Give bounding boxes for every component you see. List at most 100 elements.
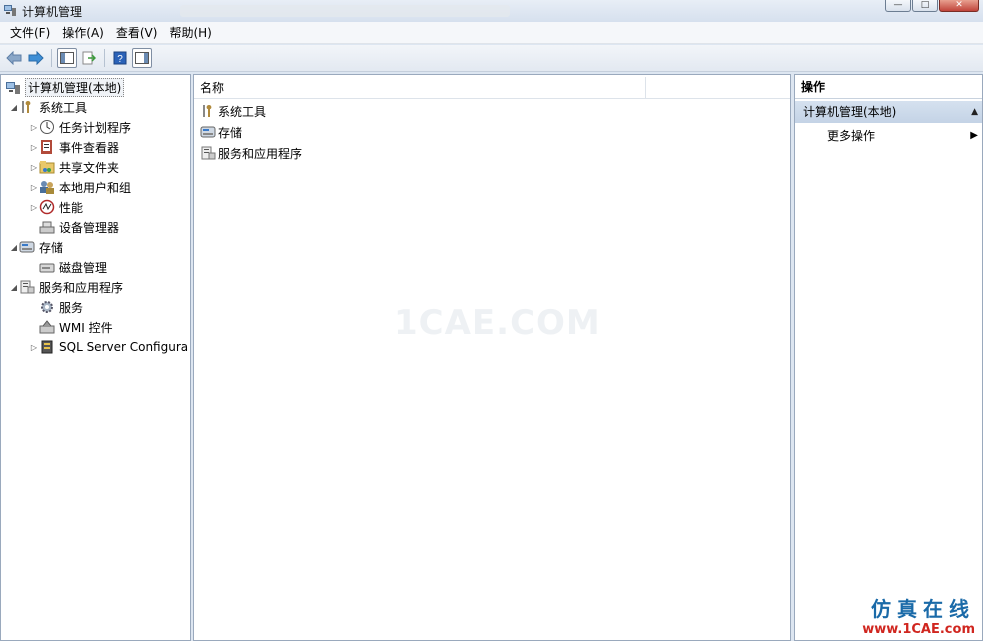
device-manager-icon (39, 219, 55, 235)
toolbar-separator (104, 49, 105, 67)
svg-text:?: ? (117, 54, 123, 65)
tree-item-label: 任务计划程序 (59, 120, 132, 135)
services-apps-icon (19, 279, 35, 295)
tools-icon (19, 99, 35, 115)
tree-item[interactable]: ▷ 本地用户和组 (29, 177, 131, 197)
show-hide-tree-icon[interactable] (57, 48, 77, 68)
list-item[interactable]: 系统工具 (200, 101, 266, 121)
menu-view[interactable]: 查看(V) (110, 22, 164, 44)
action-pane: 操作 计算机管理(本地) ▲ 更多操作 ▶ (794, 74, 983, 641)
tree-item[interactable]: 磁盘管理 (29, 257, 107, 277)
tools-icon (200, 103, 216, 119)
clock-icon (39, 119, 55, 135)
tree-item[interactable]: ▷ SQL Server Configura (29, 337, 188, 357)
storage-icon (19, 239, 35, 255)
list-item-label: 系统工具 (218, 104, 267, 119)
forward-arrow-icon[interactable] (26, 48, 46, 68)
toolbar-separator (51, 49, 52, 67)
tree-item-label: 设备管理器 (59, 220, 120, 235)
tree-item-label: 事件查看器 (59, 140, 120, 155)
shared-folder-icon (39, 159, 55, 175)
minimize-button[interactable]: — (885, 0, 911, 12)
tree-item[interactable]: ▷ 共享文件夹 (29, 157, 119, 177)
submenu-arrow-icon: ▶ (970, 130, 978, 141)
site-watermark-cn: 仿真在线 (871, 597, 975, 621)
menu-help[interactable]: 帮助(H) (163, 22, 217, 44)
event-viewer-icon (39, 139, 55, 155)
tree-item-label: 磁盘管理 (59, 260, 108, 275)
collapsed-arrow-icon[interactable]: ▷ (29, 183, 39, 192)
action-header: 操作 (795, 75, 982, 99)
tree-item-label: SQL Server Configura (59, 340, 189, 354)
sql-server-icon (39, 339, 55, 355)
collapsed-arrow-icon[interactable]: ▷ (29, 143, 39, 152)
navigation-tree: 计算机管理(本地) ◢ 系统工具 ▷ 任务计划程序 ▷ 事件查看器 ▷ 共享文件夹 ▷ 本地用户和… (0, 74, 191, 641)
tree-item[interactable]: ◢ 系统工具 (9, 97, 87, 117)
more-actions-label: 更多操作 (827, 129, 876, 143)
computer-management-icon (3, 3, 17, 17)
watermark: 1CAE.COM (394, 303, 601, 343)
list-item[interactable]: 存储 (200, 122, 242, 142)
expanded-arrow-icon[interactable]: ◢ (9, 283, 19, 292)
show-hide-action-pane-icon[interactable] (132, 48, 152, 68)
menu-action[interactable]: 操作(A) (56, 22, 110, 44)
action-section-computer-management[interactable]: 计算机管理(本地) ▲ (795, 101, 982, 123)
services-apps-icon (200, 145, 216, 161)
toolbar: ? (0, 45, 983, 72)
tree-item[interactable]: ◢ 存储 (9, 237, 63, 257)
wmi-icon (39, 319, 55, 335)
collapse-up-icon[interactable]: ▲ (971, 101, 978, 123)
tree-item-label: 服务和应用程序 (39, 280, 124, 295)
tree-root-label: 计算机管理(本地) (25, 77, 125, 97)
menu-bar: 文件(F) 操作(A) 查看(V) 帮助(H) (0, 22, 983, 44)
list-item-label: 存储 (218, 125, 243, 140)
tree-item[interactable]: ▷ 任务计划程序 (29, 117, 131, 137)
tree-item-label: 存储 (39, 240, 64, 255)
collapsed-arrow-icon[interactable]: ▷ (29, 163, 39, 172)
performance-icon (39, 199, 55, 215)
tree-item-label: 系统工具 (39, 100, 88, 115)
tree-item-label: WMI 控件 (59, 320, 113, 335)
maximize-button[interactable]: □ (912, 0, 938, 12)
content-list: 名称 系统工具存储服务和应用程序 1CAE.COM (193, 74, 791, 641)
more-actions-item[interactable]: 更多操作 ▶ (795, 125, 982, 147)
column-header-empty (646, 77, 790, 99)
collapsed-arrow-icon[interactable]: ▷ (29, 203, 39, 212)
tree-item-label: 本地用户和组 (59, 180, 132, 195)
expanded-arrow-icon[interactable]: ◢ (9, 103, 19, 112)
column-header-name[interactable]: 名称 (194, 77, 646, 99)
collapsed-arrow-icon[interactable]: ▷ (29, 343, 39, 352)
back-arrow-icon[interactable] (4, 48, 24, 68)
window-controls: — □ ✕ (885, 0, 979, 12)
site-watermark: 仿真在线 www.1CAE.com (862, 593, 975, 637)
menu-file[interactable]: 文件(F) (4, 22, 56, 44)
site-watermark-url: www.1CAE.com (862, 622, 975, 637)
tree-item[interactable]: WMI 控件 (29, 317, 113, 337)
collapsed-arrow-icon[interactable]: ▷ (29, 123, 39, 132)
action-section-label: 计算机管理(本地) (803, 105, 897, 119)
title-bar: 计算机管理 — □ ✕ (0, 0, 983, 22)
disk-icon (39, 259, 55, 275)
tree-item-label: 共享文件夹 (59, 160, 120, 175)
list-header: 名称 (194, 77, 790, 99)
window-title: 计算机管理 (22, 5, 83, 19)
expanded-arrow-icon[interactable]: ◢ (9, 243, 19, 252)
computer-management-icon (5, 79, 21, 95)
users-icon (39, 179, 55, 195)
tree-item[interactable]: ▷ 事件查看器 (29, 137, 119, 157)
close-button[interactable]: ✕ (939, 0, 979, 12)
storage-icon (200, 124, 216, 140)
tree-item-label: 服务 (59, 300, 84, 315)
tree-item-label: 性能 (59, 200, 84, 215)
tree-item[interactable]: ▷ 性能 (29, 197, 83, 217)
tree-item[interactable]: 设备管理器 (29, 217, 119, 237)
help-icon[interactable]: ? (110, 48, 130, 68)
gear-icon (39, 299, 55, 315)
export-list-icon[interactable] (79, 48, 99, 68)
list-item[interactable]: 服务和应用程序 (200, 143, 302, 163)
blurred-address-region (180, 5, 510, 17)
list-item-label: 服务和应用程序 (218, 146, 303, 161)
tree-item[interactable]: 服务 (29, 297, 83, 317)
tree-item[interactable]: ◢ 服务和应用程序 (9, 277, 123, 297)
tree-root[interactable]: 计算机管理(本地) (5, 77, 125, 97)
